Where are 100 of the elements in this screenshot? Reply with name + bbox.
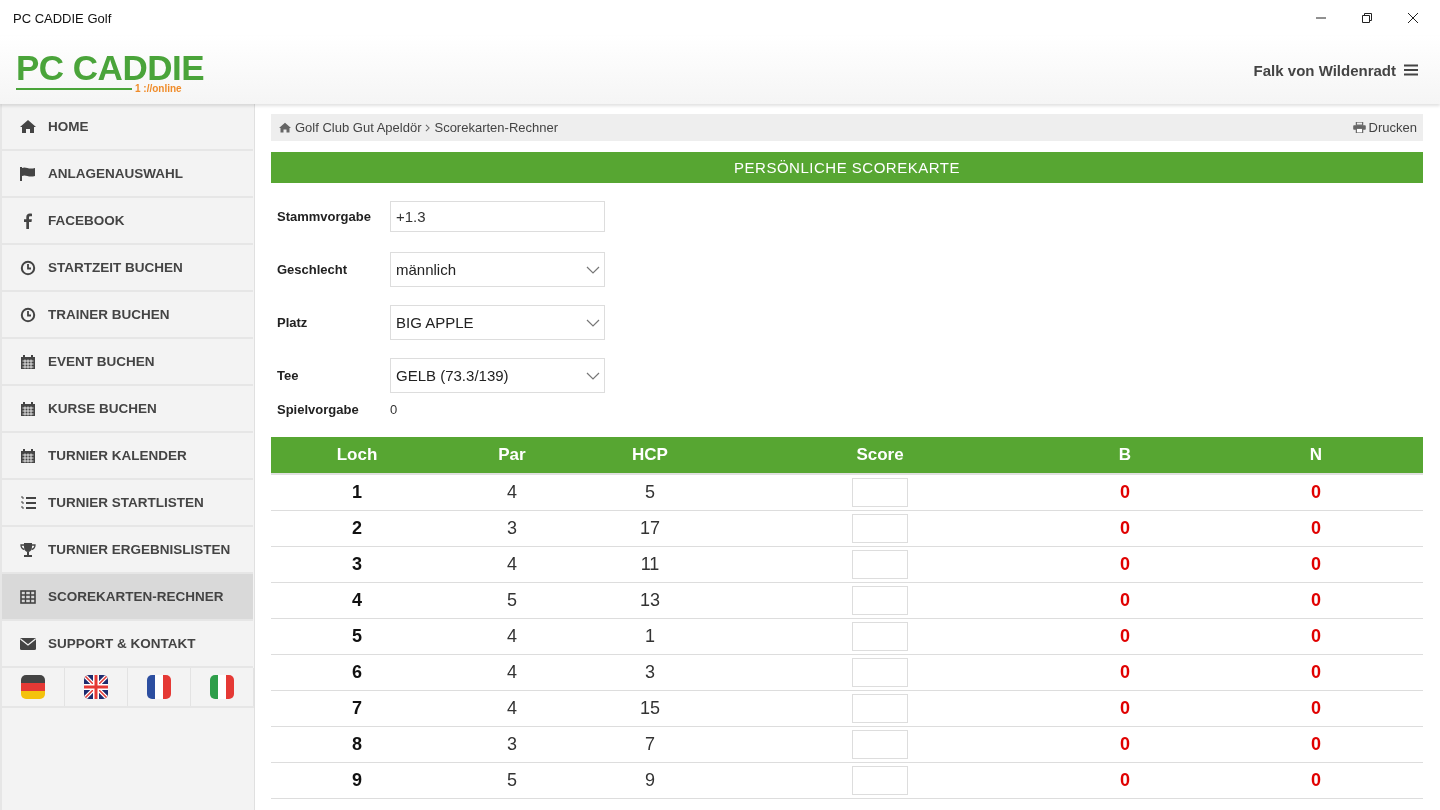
- table-cell: 0: [1041, 582, 1209, 619]
- table-cell: 4: [443, 654, 581, 691]
- home-icon: [20, 118, 36, 135]
- table-cell: 0: [1209, 690, 1423, 727]
- user-name[interactable]: Falk von Wildenradt: [1253, 61, 1396, 79]
- score-field[interactable]: [852, 694, 908, 723]
- table-cell: 9: [271, 762, 443, 799]
- table-cell: 4: [271, 582, 443, 619]
- table-cell: 0: [1209, 618, 1423, 655]
- table-cell: 1: [271, 474, 443, 511]
- table-cell: 0: [1209, 582, 1423, 619]
- score-field[interactable]: [852, 730, 908, 759]
- table-cell: 0: [1041, 654, 1209, 691]
- chevron-icon: [586, 318, 600, 327]
- close-icon[interactable]: [1407, 12, 1419, 24]
- field-label: Geschlecht: [277, 262, 349, 277]
- flag-icon[interactable]: [20, 675, 46, 699]
- chevron-icon: [586, 265, 600, 274]
- table-cell: 9: [581, 762, 719, 799]
- table-cell: 15: [581, 690, 719, 727]
- chevron-icon: [586, 371, 600, 380]
- table-cell: 0: [1041, 690, 1209, 727]
- table-cell: 7: [271, 690, 443, 727]
- table-cell: 17: [581, 510, 719, 547]
- clock-icon: [20, 259, 36, 276]
- score-field[interactable]: [852, 550, 908, 579]
- column-header: Score: [719, 437, 1041, 474]
- table-cell: 4: [443, 474, 581, 511]
- field-label: Platz: [277, 315, 309, 330]
- table-cell: 0: [1041, 474, 1209, 511]
- section-header: PERSÖNLICHE SCOREKARTE: [271, 152, 1423, 183]
- table-cell: 3: [443, 510, 581, 547]
- table-cell: 5: [581, 474, 719, 511]
- flag-icon[interactable]: [83, 675, 109, 699]
- table-cell: 0: [1209, 726, 1423, 763]
- table-cell: 8: [271, 726, 443, 763]
- table-cell: 0: [1209, 546, 1423, 583]
- score-field[interactable]: [852, 658, 908, 687]
- input-field[interactable]: +1.3: [390, 201, 605, 232]
- table-cell: 13: [581, 582, 719, 619]
- printer-icon: [1352, 122, 1366, 133]
- field-label: Tee: [277, 368, 300, 383]
- table-cell: 5: [443, 762, 581, 799]
- home-icon: [279, 121, 291, 134]
- score-field[interactable]: [852, 622, 908, 651]
- breadcrumb-link[interactable]: Scorekarten-Rechner: [434, 120, 559, 135]
- table-cell: 0: [1041, 762, 1209, 799]
- field-value: 0: [390, 401, 398, 417]
- table-cell: 5: [443, 582, 581, 619]
- table-cell: 11: [581, 546, 719, 583]
- table-cell: 0: [1041, 726, 1209, 763]
- table-cell: 3: [581, 654, 719, 691]
- table-cell: 4: [443, 546, 581, 583]
- table-cell: 0: [1209, 762, 1423, 799]
- dropdown[interactable]: männlich: [390, 252, 605, 287]
- table-cell: 0: [1209, 474, 1423, 511]
- score-field[interactable]: [852, 478, 908, 507]
- column-header: HCP: [581, 437, 719, 474]
- chevron-icon: [425, 123, 431, 132]
- column-header: Loch: [271, 437, 443, 474]
- score-field[interactable]: [852, 514, 908, 543]
- table-cell: 0: [1209, 510, 1423, 547]
- breadcrumb-link[interactable]: Golf Club Gut Apeldör: [295, 120, 422, 135]
- table-cell: 0: [1041, 546, 1209, 583]
- table-cell: 0: [1041, 618, 1209, 655]
- table-cell: 4: [443, 690, 581, 727]
- field-label: Spielvorgabe: [277, 401, 360, 417]
- column-header: Par: [443, 437, 581, 474]
- menu-icon[interactable]: [1404, 64, 1418, 76]
- flag-icon: [20, 165, 36, 182]
- table-cell: 1: [581, 618, 719, 655]
- dropdown[interactable]: BIG APPLE: [390, 305, 605, 340]
- calendar-icon: [20, 400, 36, 417]
- dropdown[interactable]: GELB (73.3/139): [390, 358, 605, 393]
- window-title: PC CADDIE Golf: [13, 10, 112, 26]
- list-icon: [20, 494, 36, 511]
- restore-icon[interactable]: [1361, 12, 1373, 24]
- print-link[interactable]: Drucken: [1352, 120, 1417, 135]
- table-cell: 3: [443, 726, 581, 763]
- table-cell: 0: [1209, 654, 1423, 691]
- sidebar-item[interactable]: SCOREKARTEN-RECHNER: [2, 574, 253, 621]
- column-header: B: [1041, 437, 1209, 474]
- score-field[interactable]: [852, 586, 908, 615]
- table-icon: [20, 588, 36, 605]
- table-cell: 6: [271, 654, 443, 691]
- score-field[interactable]: [852, 766, 908, 795]
- clock-icon: [20, 306, 36, 323]
- table-cell: 7: [581, 726, 719, 763]
- table-cell: 4: [443, 618, 581, 655]
- calendar-icon: [20, 353, 36, 370]
- flag-icon[interactable]: [146, 675, 172, 699]
- table-cell: 0: [1041, 510, 1209, 547]
- calendar-icon: [20, 447, 36, 464]
- table-cell: 3: [271, 546, 443, 583]
- table-cell: 5: [271, 618, 443, 655]
- table-cell: 2: [271, 510, 443, 547]
- field-label: Stammvorgabe: [277, 209, 372, 224]
- envelope-icon: [20, 635, 36, 652]
- column-header: N: [1209, 437, 1423, 474]
- trophy-icon: [20, 541, 36, 558]
